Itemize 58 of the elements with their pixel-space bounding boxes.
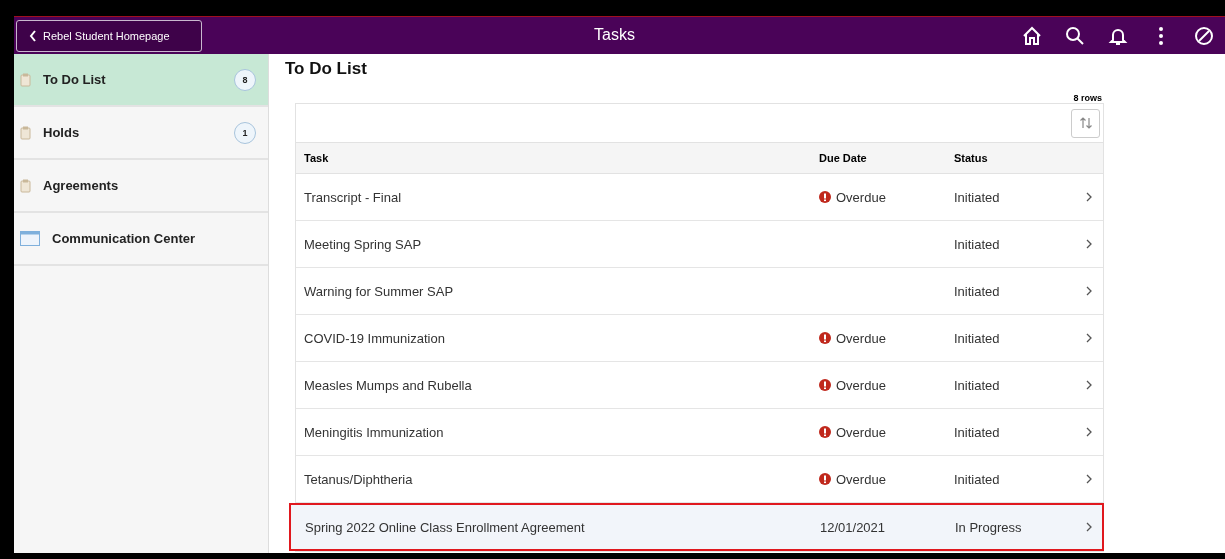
chevron-right-icon[interactable] <box>1086 286 1093 296</box>
table-row[interactable]: Measles Mumps and Rubella Overdue Initiated <box>296 362 1103 409</box>
chevron-right-icon[interactable] <box>1086 239 1093 249</box>
table-cell-text: Meningitis Immunization <box>303 423 445 442</box>
table-cell-text: Warning for Summer SAP <box>303 282 455 301</box>
table-row[interactable]: Warning for Summer SAP Initiated <box>296 268 1103 315</box>
clipboard-icon <box>20 125 31 140</box>
column-header: Status <box>953 151 989 166</box>
table-cell-text: Meeting Spring SAP <box>303 235 423 254</box>
table-cell: Overdue <box>836 377 886 393</box>
chevron-right-icon[interactable] <box>1086 474 1093 484</box>
column-header: Due Date <box>818 151 868 166</box>
chevron-right-icon[interactable] <box>1086 427 1093 437</box>
window-icon <box>20 231 40 246</box>
table-cell-text: COVID-19 Immunization <box>303 329 446 348</box>
sort-icon <box>1078 116 1093 130</box>
table-cell: Overdue <box>836 330 886 346</box>
sidebar-item[interactable]: To Do List 8 <box>14 54 268 107</box>
table-cell-text: Initiated <box>953 235 1001 254</box>
table-cell-text: Initiated <box>953 188 1001 207</box>
table-cell-text: Initiated <box>953 423 1001 442</box>
section-title: To Do List <box>285 59 368 79</box>
table-cell-text: Transcript - Final <box>303 188 403 207</box>
search-icon[interactable] <box>1064 25 1085 46</box>
table-row[interactable]: Meeting Spring SAP Initiated <box>296 221 1103 268</box>
chevron-left-icon <box>29 29 37 42</box>
clipboard-icon <box>20 72 31 87</box>
table-cell-text: Tetanus/Diphtheria <box>303 470 414 489</box>
table-cell-text: In Progress <box>954 518 1023 537</box>
table-cell: Overdue <box>836 424 886 440</box>
table-cell: Overdue <box>836 189 886 205</box>
chevron-right-icon[interactable] <box>1086 192 1093 202</box>
sidebar-item[interactable]: Holds 1 <box>14 107 268 160</box>
table-row[interactable]: Meningitis Immunization Overdue Initiated <box>296 409 1103 456</box>
table-cell-text: Spring 2022 Online Class Enrollment Agreement <box>304 518 586 537</box>
table-cell: 12/01/2021 <box>820 519 886 535</box>
back-button[interactable]: Rebel Student Homepage <box>16 19 202 52</box>
chevron-right-icon[interactable] <box>1086 333 1093 343</box>
chevron-right-icon[interactable] <box>1086 522 1093 532</box>
table-row[interactable]: Spring 2022 Online Class Enrollment Agreement 12/01/2021 In Progress <box>289 503 1104 551</box>
count-badge: 8 <box>234 68 256 91</box>
table-cell-text: Initiated <box>953 376 1001 395</box>
home-icon[interactable] <box>1021 25 1042 46</box>
table-cell-text: Initiated <box>953 282 1001 301</box>
page-title: Tasks <box>594 26 635 44</box>
row-count: 8 rows <box>1072 93 1102 103</box>
table-cell: Overdue <box>836 471 886 487</box>
column-header: Task <box>303 151 330 166</box>
table-cell-text: Initiated <box>953 329 1001 348</box>
table-cell-text: Initiated <box>953 470 1001 489</box>
table-cell-text: Measles Mumps and Rubella <box>303 376 473 395</box>
sidebar-item[interactable]: Agreements <box>14 160 268 213</box>
table-row[interactable]: COVID-19 Immunization Overdue Initiated <box>296 315 1103 362</box>
count-badge: 1 <box>234 121 256 144</box>
table-row[interactable]: Transcript - Final Overdue Initiated <box>296 174 1103 221</box>
chevron-right-icon[interactable] <box>1086 380 1093 390</box>
clipboard-icon <box>20 178 31 193</box>
sidebar-item[interactable]: Communication Center <box>14 213 268 266</box>
